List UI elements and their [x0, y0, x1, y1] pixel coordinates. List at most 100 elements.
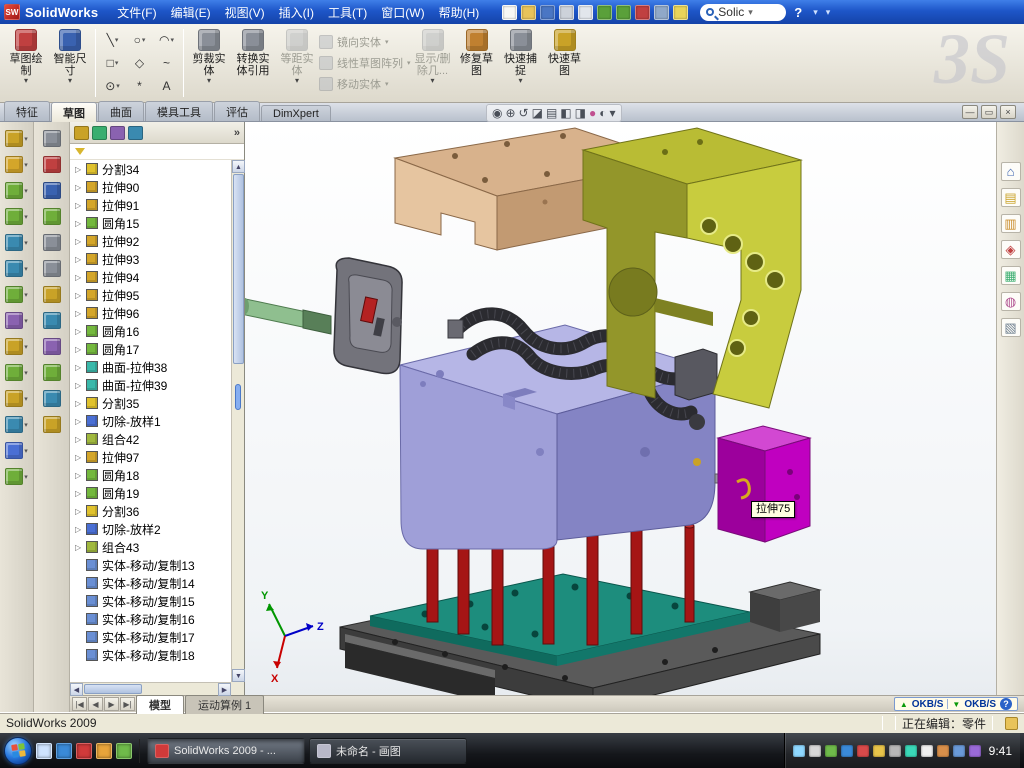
- expand-arrow-icon[interactable]: ▷: [75, 345, 86, 354]
- tab-nav-0-button[interactable]: |◀: [72, 697, 87, 711]
- scroll-left-icon[interactable]: ◀: [70, 683, 83, 696]
- expand-arrow-icon[interactable]: ▷: [75, 273, 86, 282]
- tab-mold-tools[interactable]: 模具工具: [145, 101, 213, 121]
- tray-12-icon[interactable]: [969, 745, 981, 757]
- tree-item[interactable]: ▷圆角19: [70, 484, 231, 502]
- rib-icon[interactable]: ▾: [5, 338, 28, 355]
- tray-8-icon[interactable]: [905, 745, 917, 757]
- featuremanager-tab-icon[interactable]: [74, 126, 89, 140]
- design-library-icon[interactable]: ▤: [1001, 188, 1021, 207]
- arc-tool[interactable]: ◠▾: [153, 28, 180, 51]
- dropdown-arrow-icon[interactable]: ▾: [115, 59, 119, 67]
- tree-item[interactable]: ▷拉伸92: [70, 232, 231, 250]
- internet-explorer-icon[interactable]: [56, 743, 72, 759]
- pattern-sketch-icon[interactable]: [43, 338, 61, 355]
- minimize-button[interactable]: —: [962, 105, 978, 119]
- scroll-up-icon[interactable]: ▲: [232, 160, 245, 173]
- curves-icon[interactable]: ▾: [5, 468, 28, 485]
- dimxpertmanager-tab-icon[interactable]: [128, 126, 143, 140]
- sketch-button[interactable]: 草图绘制▾: [4, 26, 48, 84]
- show-desktop-icon[interactable]: [36, 743, 52, 759]
- scroll-right-icon[interactable]: ▶: [218, 683, 231, 696]
- tree-item[interactable]: ▷分割36: [70, 502, 231, 520]
- dropdown-arrow-icon[interactable]: ▾: [207, 77, 211, 84]
- tree-horizontal-scrollbar[interactable]: ◀ ▶: [70, 682, 231, 695]
- tree-item[interactable]: ▷分割35: [70, 394, 231, 412]
- tree-item[interactable]: ▷实体-移动/复制18: [70, 646, 231, 664]
- search-dropdown-icon[interactable]: ▾: [748, 7, 753, 18]
- circle-tool[interactable]: ○▾: [126, 28, 153, 51]
- net-help-button[interactable]: ?: [1000, 698, 1012, 710]
- swept-boss-icon[interactable]: ▾: [5, 182, 28, 199]
- tree-item[interactable]: ▷曲面-拉伸38: [70, 358, 231, 376]
- close-button[interactable]: ×: [1000, 105, 1016, 119]
- mirror-icon[interactable]: ▾: [5, 416, 28, 433]
- tree-item[interactable]: ▷分割34: [70, 160, 231, 178]
- point-tool[interactable]: *: [126, 74, 153, 97]
- print-preview-icon[interactable]: [578, 5, 593, 20]
- expand-arrow-icon[interactable]: ▷: [75, 543, 86, 552]
- help-button[interactable]: ?: [788, 5, 808, 20]
- custom-properties-icon[interactable]: ▧: [1001, 318, 1021, 337]
- linear-pattern-icon[interactable]: ▾: [5, 312, 28, 329]
- trim-entities-button[interactable]: 剪裁实体▾: [187, 26, 231, 84]
- zoom-fit-icon[interactable]: ◉: [492, 106, 502, 120]
- tab-nav-2-button[interactable]: ▶: [104, 697, 119, 711]
- sketch-icon[interactable]: [43, 156, 61, 173]
- graphics-area[interactable]: Y Z X 拉伸75: [245, 122, 996, 695]
- flyout-arrow-icon[interactable]: ▾: [24, 369, 28, 377]
- tree-item[interactable]: ▷拉伸91: [70, 196, 231, 214]
- tray-2-icon[interactable]: [809, 745, 821, 757]
- tab-nav-1-button[interactable]: ◀: [88, 697, 103, 711]
- menu-help[interactable]: 帮助(H): [432, 2, 487, 23]
- offset-icon[interactable]: [43, 286, 61, 303]
- smart-dimension-button[interactable]: 智能尺寸▾: [48, 26, 92, 84]
- tree-item[interactable]: ▷拉伸93: [70, 250, 231, 268]
- section-view-icon[interactable]: ◪: [532, 106, 543, 120]
- expand-arrow-icon[interactable]: ▷: [75, 399, 86, 408]
- view-palette-icon[interactable]: ▦: [1001, 266, 1021, 285]
- flyout-arrow-icon[interactable]: ▾: [24, 187, 28, 195]
- menu-insert[interactable]: 插入(I): [272, 2, 321, 23]
- print-icon[interactable]: [559, 5, 574, 20]
- tray-6-icon[interactable]: [873, 745, 885, 757]
- dimension-icon[interactable]: [43, 182, 61, 199]
- tray-10-icon[interactable]: [937, 745, 949, 757]
- media-player-icon[interactable]: [96, 743, 112, 759]
- menu-edit[interactable]: 编辑(E): [164, 2, 218, 23]
- scroll-down-icon[interactable]: ▼: [232, 669, 245, 682]
- zoom-area-icon[interactable]: ⊕: [505, 106, 515, 120]
- expand-arrow-icon[interactable]: ▷: [75, 417, 86, 426]
- tray-3-icon[interactable]: [825, 745, 837, 757]
- snaps-icon[interactable]: [43, 416, 61, 433]
- tray-1-icon[interactable]: [793, 745, 805, 757]
- appearances-icon[interactable]: ◍: [1001, 292, 1021, 311]
- part-extrude75-block[interactable]: [718, 426, 810, 542]
- text-tool[interactable]: A: [153, 74, 180, 97]
- restore-button[interactable]: ▭: [981, 105, 997, 119]
- titlebar-extra-1-icon[interactable]: ▾: [810, 7, 821, 18]
- expand-arrow-icon[interactable]: ▷: [75, 525, 86, 534]
- tree-item[interactable]: ▷拉伸97: [70, 448, 231, 466]
- extruded-boss-icon[interactable]: ▾: [5, 130, 28, 147]
- scroll-thumb-h[interactable]: [84, 684, 142, 694]
- tree-item[interactable]: ▷圆角18: [70, 466, 231, 484]
- paint-launcher-icon[interactable]: [116, 743, 132, 759]
- rectangle-tool[interactable]: □▾: [99, 51, 126, 74]
- tree-item[interactable]: ▷实体-移动/复制13: [70, 556, 231, 574]
- quick-snaps-button[interactable]: 快速捕捉▾: [499, 26, 543, 84]
- open-document-icon[interactable]: [521, 5, 536, 20]
- titlebar-extra-2-icon[interactable]: ▾: [823, 7, 834, 18]
- relations-icon[interactable]: [43, 208, 61, 225]
- undo-icon[interactable]: [597, 5, 612, 20]
- dropdown-arrow-icon[interactable]: ▾: [142, 36, 146, 44]
- tab-evaluate[interactable]: 评估: [214, 101, 260, 121]
- tab-sketch[interactable]: 草图: [51, 102, 97, 122]
- expand-arrow-icon[interactable]: ▷: [75, 255, 86, 264]
- fillet-icon[interactable]: ▾: [5, 286, 28, 303]
- configurationmanager-tab-icon[interactable]: [110, 126, 125, 140]
- tree-item[interactable]: ▷实体-移动/复制15: [70, 592, 231, 610]
- menu-file[interactable]: 文件(F): [110, 2, 163, 23]
- solidworks-launcher-icon[interactable]: [76, 743, 92, 759]
- menu-tools[interactable]: 工具(T): [321, 2, 374, 23]
